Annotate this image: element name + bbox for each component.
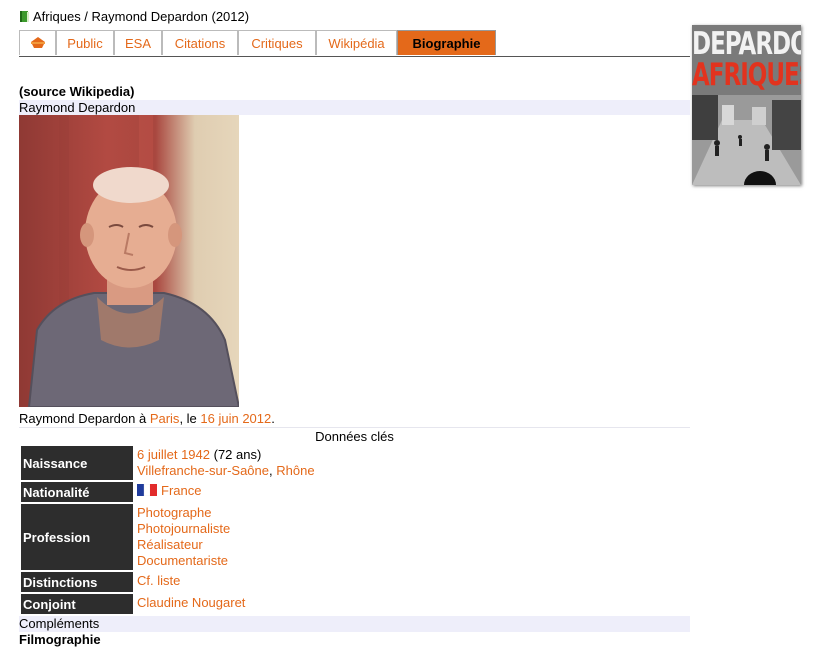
france-flag-icon	[137, 484, 157, 496]
breadcrumb-text: Afriques / Raymond Depardon (2012)	[33, 8, 250, 24]
profession-link[interactable]: Documentariste	[137, 553, 228, 568]
info-label: Naissance	[21, 446, 133, 480]
caption-link-date[interactable]: 16 juin 2012	[200, 411, 271, 426]
info-label: Conjoint	[21, 594, 133, 614]
birth-age: (72 ans)	[210, 447, 262, 462]
info-label: Profession	[21, 504, 133, 570]
tab-biographie[interactable]: Biographie	[397, 30, 496, 55]
profession-link[interactable]: Photojournaliste	[137, 521, 230, 536]
key-data-title: Données clés	[19, 427, 690, 446]
infobox-name: Raymond Depardon	[19, 100, 690, 115]
nationality-link[interactable]: France	[161, 483, 201, 498]
complements-header: Compléments	[19, 616, 690, 632]
spouse-link[interactable]: Claudine Nougaret	[137, 595, 245, 610]
info-row-naissance: Naissance 6 juillet 1942 (72 ans) Villef…	[21, 446, 690, 480]
tab-wikipedia[interactable]: Wikipédia	[316, 30, 397, 55]
cover-title-bottom: AFRIQUES	[692, 58, 801, 94]
filmography-header: Filmographie	[19, 632, 101, 647]
birth-date-link[interactable]: 6 juillet 1942	[137, 447, 210, 462]
info-value: Claudine Nougaret	[137, 595, 245, 611]
book-cover[interactable]: DEPARDON AFRIQUES	[692, 25, 801, 185]
tab-critiques[interactable]: Critiques	[238, 30, 316, 55]
profession-link[interactable]: Réalisateur	[137, 537, 203, 552]
tab-bar: Public ESA Citations Critiques Wikipédia…	[19, 30, 690, 57]
info-row-nationalite: Nationalité France	[21, 482, 690, 502]
profession-link[interactable]: Photographe	[137, 505, 211, 520]
distinctions-link[interactable]: Cf. liste	[137, 573, 180, 588]
birth-place-link[interactable]: Villefranche-sur-Saône	[137, 463, 269, 478]
info-value: 6 juillet 1942 (72 ans) Villefranche-sur…	[137, 447, 315, 479]
photo-caption: Raymond Depardon à Paris, le 16 juin 201…	[19, 411, 275, 426]
tab-public[interactable]: Public	[56, 30, 114, 55]
source-label: (source Wikipedia)	[19, 84, 135, 99]
info-row-conjoint: Conjoint Claudine Nougaret	[21, 594, 690, 614]
tab-citations[interactable]: Citations	[162, 30, 238, 55]
info-value: Photographe Photojournaliste Réalisateur…	[137, 505, 230, 569]
caption-link-paris[interactable]: Paris	[150, 411, 180, 426]
breadcrumb: Afriques / Raymond Depardon (2012)	[19, 7, 249, 25]
caption-text: Raymond Depardon à	[19, 411, 150, 426]
tab-esa[interactable]: ESA	[114, 30, 162, 55]
tab-home[interactable]	[19, 30, 56, 55]
info-label: Distinctions	[21, 572, 133, 592]
cover-title-top: DEPARDON	[692, 27, 801, 63]
home-icon	[30, 37, 45, 48]
info-value: Cf. liste	[137, 573, 180, 589]
caption-text: .	[271, 411, 275, 426]
birth-region-link[interactable]: Rhône	[276, 463, 314, 478]
book-icon	[20, 10, 29, 22]
info-row-distinctions: Distinctions Cf. liste	[21, 572, 690, 592]
caption-text: , le	[179, 411, 201, 426]
portrait-photo[interactable]	[19, 115, 239, 407]
portrait-image	[27, 115, 239, 407]
info-value: France	[137, 483, 201, 499]
info-row-profession: Profession Photographe Photojournaliste …	[21, 504, 690, 570]
info-label: Nationalité	[21, 482, 133, 502]
